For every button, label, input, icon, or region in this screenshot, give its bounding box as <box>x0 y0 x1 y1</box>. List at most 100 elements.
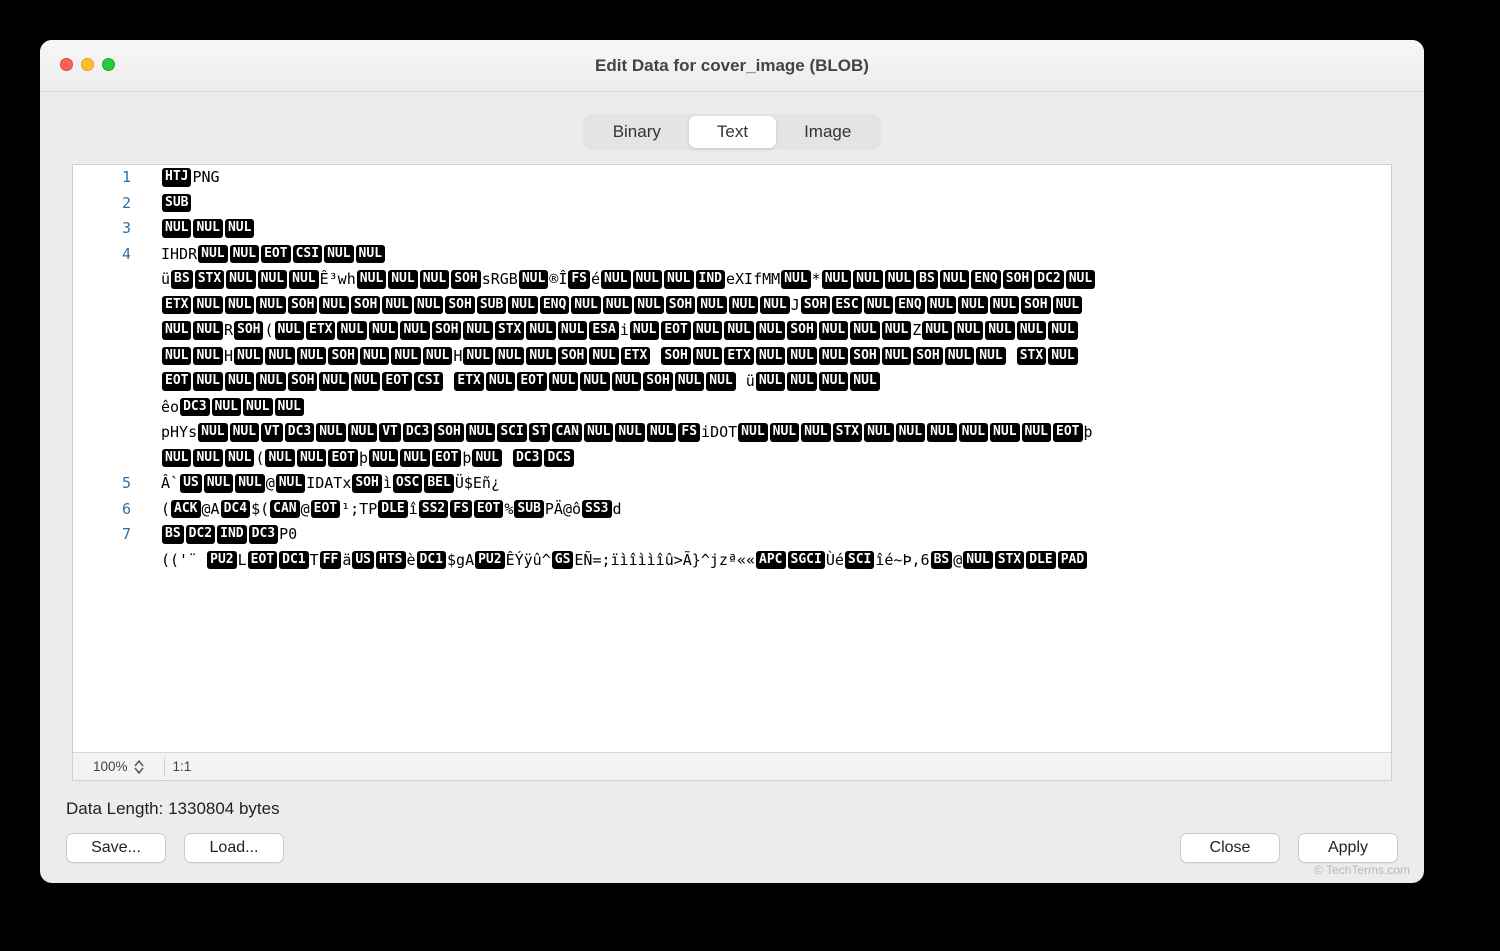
control-char: ETX <box>621 347 650 365</box>
control-char: NUL <box>356 245 385 263</box>
control-char: NUL <box>265 347 294 365</box>
line-content[interactable]: (('¨ PU2LEOTDC1TFFäUSHTSèDC1$gAPU2ÊÝÿû^G… <box>161 548 1391 574</box>
control-char: NUL <box>225 372 254 390</box>
line-content[interactable]: üBSSTXNULNULNULÊ³whNULNULNULSOHsRGBNUL®Î… <box>161 267 1391 293</box>
line-content[interactable]: BSDC2INDDC3P0 <box>161 522 1391 548</box>
control-char: NUL <box>297 347 326 365</box>
control-char: STX <box>995 551 1024 569</box>
control-char: NUL <box>162 449 191 467</box>
control-char: BS <box>162 525 184 543</box>
control-char: NUL <box>225 219 254 237</box>
control-char: ESA <box>589 321 618 339</box>
save-button[interactable]: Save... <box>66 833 166 863</box>
control-char: NUL <box>882 321 911 339</box>
control-char: NUL <box>225 296 254 314</box>
line-number: 3 <box>73 216 161 242</box>
control-char: NUL <box>486 372 515 390</box>
control-char: NUL <box>243 398 272 416</box>
line-content[interactable]: NULNULNUL(NULNULEOTþNULNULEOTþNUL DC3DCS <box>161 446 1391 472</box>
control-char: NUL <box>162 219 191 237</box>
zoom-control[interactable]: 100% <box>81 759 156 774</box>
control-char: FS <box>568 270 590 288</box>
line-number: 6 <box>73 497 161 523</box>
tab-image[interactable]: Image <box>776 116 879 148</box>
control-char: NUL <box>612 372 641 390</box>
control-char: NUL <box>265 449 294 467</box>
control-char: NUL <box>959 423 988 441</box>
control-char: BS <box>916 270 938 288</box>
control-char: EOT <box>432 449 461 467</box>
control-char: NUL <box>756 372 785 390</box>
line-number <box>73 318 161 344</box>
line-content[interactable]: NULNULHNULNULNULSOHNULNULNULHNULNULNULSO… <box>161 344 1391 370</box>
control-char: NUL <box>526 347 555 365</box>
control-char: DC2 <box>186 525 215 543</box>
control-char: NUL <box>508 296 537 314</box>
control-char: ST <box>529 423 551 441</box>
control-char: NUL <box>819 347 848 365</box>
line-content[interactable]: êoDC3NULNULNUL <box>161 395 1391 421</box>
control-char: NUL <box>351 372 380 390</box>
control-char: NUL <box>193 449 222 467</box>
control-char: NUL <box>647 423 676 441</box>
control-char: NUL <box>885 270 914 288</box>
line-number: 5 <box>73 471 161 497</box>
watermark: © TechTerms.com <box>1314 863 1410 877</box>
control-char: NUL <box>226 270 255 288</box>
line-content[interactable]: ETXNULNULNULSOHNULSOHNULNULSOHSUBNULENQN… <box>161 293 1391 319</box>
control-char: NUL <box>630 321 659 339</box>
control-char: NUL <box>589 347 618 365</box>
control-char: ETX <box>724 347 753 365</box>
control-char: NUL <box>945 347 974 365</box>
load-button[interactable]: Load... <box>184 833 284 863</box>
line-content[interactable]: EOTNULNULNULSOHNULNULEOTCSI ETXNULEOTNUL… <box>161 369 1391 395</box>
apply-button[interactable]: Apply <box>1298 833 1398 863</box>
control-char: NUL <box>204 474 233 492</box>
control-char: NUL <box>162 321 191 339</box>
control-char: IND <box>696 270 725 288</box>
control-char: NUL <box>198 423 227 441</box>
control-char: NUL <box>664 270 693 288</box>
control-char: NUL <box>212 398 241 416</box>
close-button[interactable]: Close <box>1180 833 1280 863</box>
line-content[interactable]: NULNULRSOH(NULETXNULNULNULSOHNULSTXNULNU… <box>161 318 1391 344</box>
line-content[interactable]: SUB <box>161 191 1391 217</box>
line-content[interactable]: Â`USNULNUL@NULIDATxSOHìOSCBELÜ$Eñ¿ <box>161 471 1391 497</box>
line-content[interactable]: HTJPNG <box>161 165 1391 191</box>
line-number <box>73 344 161 370</box>
control-char: NUL <box>819 321 848 339</box>
close-window-icon[interactable] <box>60 58 73 71</box>
editor-text-area[interactable]: 1HTJPNG2SUB3NULNULNUL4IHDRNULNULEOTCSINU… <box>73 165 1391 752</box>
control-char: APC <box>756 551 785 569</box>
line-content[interactable]: (ACK@ADC4$(CAN@EOT¹;TPDLEîSS2FSEOT%SUBPÄ… <box>161 497 1391 523</box>
control-char: SOH <box>643 372 672 390</box>
control-char: NUL <box>275 398 304 416</box>
control-char: CSI <box>414 372 443 390</box>
control-char: DCS <box>544 449 573 467</box>
control-char: NUL <box>787 347 816 365</box>
control-char: PAD <box>1058 551 1087 569</box>
tab-binary[interactable]: Binary <box>585 116 689 148</box>
control-char: FF <box>320 551 342 569</box>
control-char: NUL <box>601 270 630 288</box>
control-char: NUL <box>738 423 767 441</box>
control-char: ENQ <box>971 270 1000 288</box>
control-char: NUL <box>976 347 1005 365</box>
control-char: CSI <box>293 245 322 263</box>
zoom-window-icon[interactable] <box>102 58 115 71</box>
window-controls <box>60 58 115 71</box>
control-char: NUL <box>634 296 663 314</box>
control-char: NUL <box>423 347 452 365</box>
line-content[interactable]: NULNULNUL <box>161 216 1391 242</box>
control-char: DC3 <box>285 423 314 441</box>
zoom-stepper-icon[interactable] <box>134 760 144 774</box>
line-content[interactable]: IHDRNULNULEOTCSINULNUL <box>161 242 1391 268</box>
minimize-window-icon[interactable] <box>81 58 94 71</box>
tab-text[interactable]: Text <box>689 116 776 148</box>
control-char: DC2 <box>1034 270 1063 288</box>
control-char: NUL <box>319 296 348 314</box>
control-char: STX <box>495 321 524 339</box>
line-content[interactable]: pHYsNULNULVTDC3NULNULVTDC3SOHNULSCISTCAN… <box>161 420 1391 446</box>
control-char: NUL <box>615 423 644 441</box>
control-char: NUL <box>400 321 429 339</box>
